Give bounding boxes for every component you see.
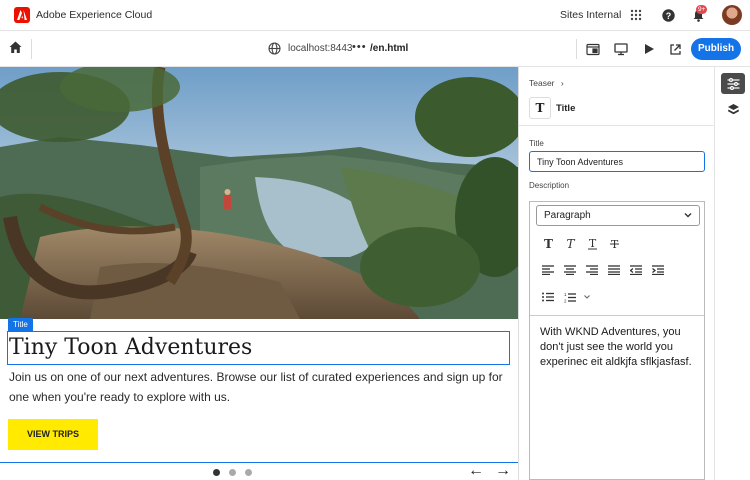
hero-image[interactable] — [0, 67, 519, 319]
strikethrough-icon[interactable]: T — [607, 236, 621, 250]
teaser-title[interactable]: Tiny Toon Adventures — [9, 335, 252, 360]
carousel-next-icon[interactable]: → — [495, 462, 511, 480]
divider — [530, 315, 704, 316]
host-url[interactable]: localhost:8443 — [288, 43, 353, 54]
globe-icon[interactable] — [268, 42, 281, 60]
more-options-icon[interactable]: ••• — [352, 41, 367, 53]
carousel-prev-icon[interactable]: ← — [468, 462, 484, 480]
adobe-logo[interactable] — [14, 7, 30, 23]
svg-text:2: 2 — [564, 298, 567, 303]
breadcrumb-label[interactable]: Teaser — [529, 78, 555, 88]
layers-icon[interactable] — [721, 99, 745, 120]
numbered-list-icon[interactable]: 12 — [563, 290, 577, 304]
align-left-icon[interactable] — [541, 263, 555, 277]
component-label[interactable]: Title — [8, 318, 33, 331]
carousel-dot[interactable] — [229, 469, 236, 476]
bold-icon[interactable]: T — [541, 236, 555, 250]
properties-panel: Teaser › T Title Title Description Parag… — [519, 67, 715, 480]
paragraph-format-value: Paragraph — [544, 210, 591, 221]
svg-text:?: ? — [665, 10, 671, 20]
chevron-down-icon[interactable] — [580, 290, 594, 304]
svg-text:T: T — [566, 237, 575, 250]
paragraph-format-select[interactable]: Paragraph — [536, 205, 700, 226]
title-field-label: Title — [529, 139, 544, 148]
svg-text:1: 1 — [564, 292, 567, 297]
divider — [519, 125, 715, 126]
preview-window-icon[interactable] — [584, 40, 602, 58]
title-input[interactable] — [529, 151, 705, 172]
divider — [31, 39, 32, 59]
publish-button[interactable]: Publish — [691, 38, 741, 60]
editor-toolbar: localhost:8443 ••• /en.html Publish — [0, 31, 750, 67]
carousel-indicators — [213, 469, 252, 476]
carousel-dot[interactable] — [245, 469, 252, 476]
play-icon[interactable] — [640, 40, 658, 58]
desktop-icon[interactable] — [612, 40, 630, 58]
page-canvas: Title Tiny Toon Adventures Join us on on… — [0, 67, 519, 480]
notification-badge: 9+ — [696, 5, 708, 14]
svg-text:T: T — [544, 237, 553, 250]
chevron-down-icon — [684, 213, 692, 218]
rich-text-editor[interactable]: Paragraph T T T T 12 With WKND Adventure… — [529, 201, 705, 480]
view-trips-button[interactable]: VIEW TRIPS — [8, 419, 98, 450]
chevron-right-icon: › — [560, 78, 564, 88]
properties-icon[interactable] — [721, 73, 745, 94]
divider — [576, 39, 577, 59]
global-header: Adobe Experience Cloud Sites Internal ? … — [0, 0, 750, 31]
svg-text:T: T — [588, 237, 596, 250]
align-justify-icon[interactable] — [607, 263, 621, 277]
italic-icon[interactable]: T — [563, 236, 577, 250]
rich-text-content[interactable]: With WKND Adventures, you don't just see… — [540, 325, 698, 370]
home-icon[interactable] — [8, 40, 23, 60]
carousel-dot[interactable] — [213, 469, 220, 476]
app-title[interactable]: Adobe Experience Cloud — [36, 9, 152, 21]
outdent-icon[interactable] — [629, 263, 643, 277]
page-path[interactable]: /en.html — [370, 43, 408, 54]
align-center-icon[interactable] — [563, 263, 577, 277]
org-switcher[interactable]: Sites Internal — [560, 9, 621, 21]
help-icon[interactable]: ? — [660, 7, 676, 23]
open-external-icon[interactable] — [666, 40, 684, 58]
bulleted-list-icon[interactable] — [541, 290, 555, 304]
align-right-icon[interactable] — [585, 263, 599, 277]
avatar[interactable] — [722, 5, 742, 25]
component-name: Title — [556, 103, 576, 114]
teaser-description: Join us on one of our next adventures. B… — [9, 370, 503, 404]
breadcrumb[interactable]: Teaser › — [529, 78, 564, 88]
indent-icon[interactable] — [651, 263, 665, 277]
component-boundary — [0, 462, 518, 463]
description-field-label: Description — [529, 181, 570, 190]
underline-icon[interactable]: T — [585, 236, 599, 250]
right-rail — [715, 67, 750, 480]
apps-grid-icon[interactable] — [628, 7, 644, 23]
text-type-icon: T — [529, 97, 551, 119]
